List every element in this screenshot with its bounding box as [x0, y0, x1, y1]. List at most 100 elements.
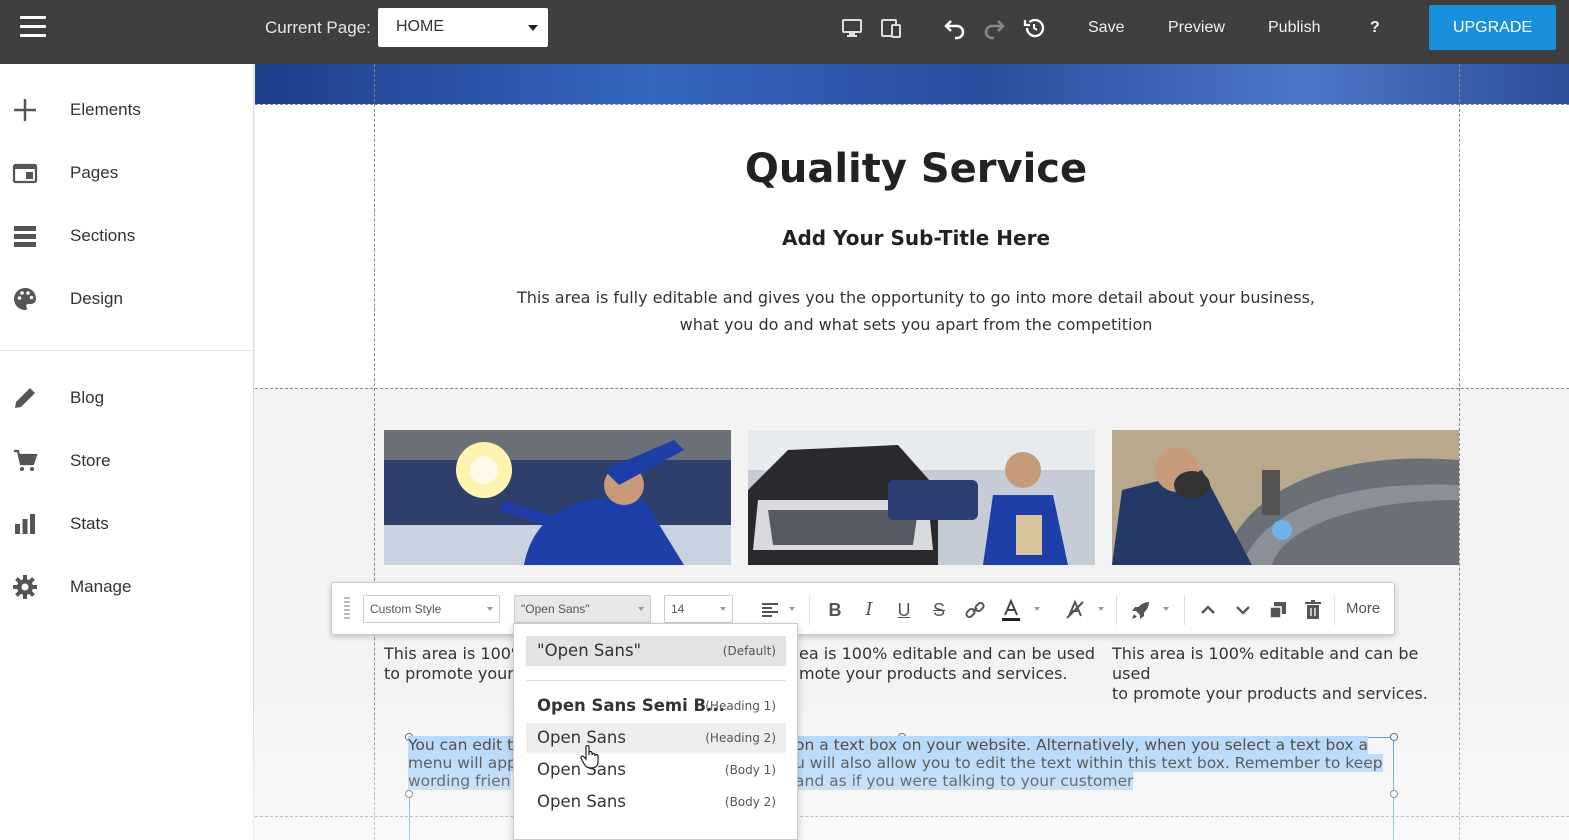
text-color-icon[interactable]: [999, 598, 1023, 622]
font-size-value: 14: [671, 602, 685, 616]
section-body-text[interactable]: This area is fully editable and gives yo…: [505, 284, 1327, 338]
toolbar-separator: [809, 595, 810, 625]
chevron-up-icon[interactable]: [1196, 598, 1220, 622]
sidebar-item-manage[interactable]: Manage: [0, 561, 254, 611]
dropdown-divider: [526, 680, 786, 681]
text-formatting-toolbar: Custom Style "Open Sans" 14 B I U S More: [331, 582, 1395, 635]
font-option-body-2[interactable]: Open Sans (Body 2): [526, 787, 786, 817]
gear-icon: [13, 575, 37, 599]
caret-down-icon: [1163, 607, 1169, 611]
font-option-default[interactable]: "Open Sans" (Default): [526, 636, 786, 666]
sidebar: Elements Pages Sections Design Blog Stor…: [0, 64, 254, 840]
style-select-value: Custom Style: [370, 602, 442, 616]
sidebar-item-pages[interactable]: Pages: [0, 147, 254, 197]
resize-handle[interactable]: [405, 790, 413, 798]
trash-icon[interactable]: [1301, 598, 1325, 622]
resize-handle[interactable]: [1390, 790, 1398, 798]
pencil-icon: [15, 388, 35, 408]
strikethrough-button[interactable]: S: [927, 598, 951, 622]
font-option-heading-2[interactable]: Open Sans (Heading 2): [526, 723, 786, 753]
preview-button[interactable]: Preview: [1168, 19, 1225, 37]
sidebar-item-store[interactable]: Store: [0, 435, 254, 485]
section-guide: [255, 104, 1569, 105]
save-button[interactable]: Save: [1088, 19, 1124, 37]
mobile-view-icon[interactable]: [879, 16, 903, 40]
selected-text-line: wording frien: [408, 772, 511, 790]
more-button[interactable]: More: [1346, 600, 1380, 617]
rocket-icon[interactable]: [1129, 598, 1153, 622]
font-option-role: (Body 1): [724, 763, 776, 777]
align-left-icon[interactable]: [758, 598, 782, 622]
sidebar-item-label: Blog: [70, 388, 105, 407]
hand-cursor-icon: [580, 745, 599, 769]
bold-button[interactable]: B: [823, 598, 847, 622]
body-line: This area is fully editable and gives yo…: [517, 288, 1315, 307]
font-select-value: "Open Sans": [521, 602, 590, 616]
caret-down-icon: [720, 607, 726, 611]
upgrade-button[interactable]: UPGRADE: [1429, 5, 1556, 50]
plus-icon: [14, 99, 36, 121]
caret-down-icon: [789, 607, 795, 611]
current-page-value: HOME: [396, 18, 444, 35]
underline-button[interactable]: U: [892, 598, 916, 622]
column-guide: [1459, 64, 1460, 840]
chevron-down-icon[interactable]: [1231, 598, 1255, 622]
toolbar-separator: [1334, 595, 1335, 625]
font-option-name: Open Sans Semi B...: [537, 696, 725, 715]
sidebar-item-sections[interactable]: Sections: [0, 210, 254, 260]
drag-grip-icon[interactable]: [344, 597, 350, 621]
sidebar-item-label: Elements: [70, 100, 141, 119]
section-subtitle[interactable]: Add Your Sub-Title Here: [375, 226, 1457, 250]
stats-icon: [15, 514, 35, 534]
font-select[interactable]: "Open Sans": [514, 595, 651, 623]
redo-icon[interactable]: [982, 16, 1006, 40]
mechanic-photo-2[interactable]: [748, 430, 1095, 565]
cart-icon: [14, 449, 38, 471]
style-select[interactable]: Custom Style: [363, 595, 500, 623]
sections-icon: [14, 226, 36, 247]
hamburger-menu-icon[interactable]: [20, 16, 46, 38]
link-icon[interactable]: [963, 598, 987, 622]
caret-down-icon: [638, 607, 644, 611]
sidebar-item-stats[interactable]: Stats: [0, 498, 254, 548]
sidebar-item-elements[interactable]: Elements: [0, 84, 254, 134]
column-text-2[interactable]: ea is 100% editable and can be used mote…: [799, 644, 1144, 684]
current-page-select[interactable]: HOME: [378, 8, 548, 47]
sidebar-item-label: Stats: [70, 514, 109, 533]
sidebar-item-blog[interactable]: Blog: [0, 372, 254, 422]
undo-icon[interactable]: [943, 16, 967, 40]
font-option-role: (Body 2): [724, 795, 776, 809]
top-bar: Current Page: HOME Save Preview Publish …: [0, 0, 1569, 64]
column-text-line: mote your products and services.: [799, 664, 1068, 683]
toolbar-separator: [1184, 595, 1185, 625]
caret-down-icon: [1034, 607, 1040, 611]
sidebar-item-label: Pages: [70, 163, 119, 182]
font-option-role: (Heading 1): [705, 699, 776, 713]
pages-icon: [12, 163, 38, 184]
help-button[interactable]: ?: [1370, 19, 1380, 37]
section-title[interactable]: Quality Service: [375, 146, 1457, 192]
current-page-label: Current Page:: [265, 18, 371, 37]
column-text-line: This area is 100% editable and can be us…: [1112, 644, 1419, 683]
mechanic-photo-3[interactable]: [1112, 430, 1459, 565]
history-icon[interactable]: [1022, 16, 1046, 40]
desktop-view-icon[interactable]: [840, 16, 864, 40]
clear-formatting-icon[interactable]: [1063, 598, 1087, 622]
body-line: what you do and what sets you apart from…: [679, 315, 1153, 334]
font-option-name: "Open Sans": [537, 641, 642, 660]
column-text-line: to promote your products and services.: [1112, 684, 1428, 703]
sidebar-divider: [0, 350, 254, 351]
font-option-body-1[interactable]: Open Sans (Body 1): [526, 755, 786, 785]
duplicate-icon[interactable]: [1266, 598, 1290, 622]
sidebar-item-design[interactable]: Design: [0, 273, 254, 323]
font-option-heading-1[interactable]: Open Sans Semi B... (Heading 1): [526, 691, 786, 721]
editor-canvas[interactable]: Quality Service Add Your Sub-Title Here …: [255, 64, 1569, 840]
font-size-select[interactable]: 14: [664, 595, 733, 623]
sidebar-item-label: Manage: [70, 577, 132, 596]
mechanic-photo-1[interactable]: [384, 430, 731, 565]
font-option-role: (Heading 2): [705, 731, 776, 745]
column-text-3[interactable]: This area is 100% editable and can be us…: [1112, 644, 1457, 704]
publish-button[interactable]: Publish: [1268, 19, 1320, 37]
italic-button[interactable]: I: [857, 598, 881, 622]
toolbar-separator: [1116, 595, 1117, 625]
